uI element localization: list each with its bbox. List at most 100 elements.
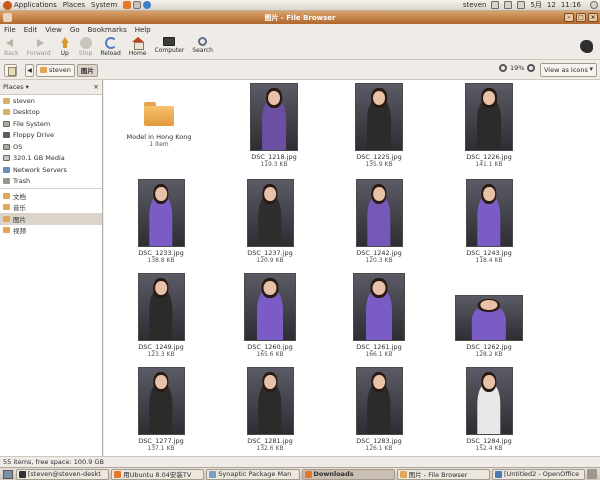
- stop-button[interactable]: Stop: [79, 35, 92, 57]
- menu-view[interactable]: View: [45, 26, 62, 34]
- close-sidebar-icon[interactable]: ×: [93, 83, 99, 91]
- sidebar-item-music[interactable]: 音乐: [0, 202, 102, 214]
- reload-button[interactable]: Reload: [100, 35, 121, 57]
- task-terminal[interactable]: [steven@steven-deskt: [15, 468, 110, 480]
- breadcrumb-pictures[interactable]: 图片: [76, 63, 98, 77]
- zoom-level[interactable]: 19%: [510, 64, 524, 72]
- minimize-button[interactable]: –: [564, 13, 574, 22]
- file-size: 120.3 KB: [365, 257, 393, 264]
- input-method-tray-icon[interactable]: [504, 1, 513, 9]
- sidebar-item-filesystem[interactable]: File System: [0, 118, 102, 130]
- task-openoffice[interactable]: [Untitled2 - OpenOffice: [491, 468, 586, 480]
- up-arrow-icon: [59, 37, 71, 49]
- task-synaptic[interactable]: Synaptic Package Man: [206, 468, 300, 480]
- sidebar-item-floppy[interactable]: Floppy Drive: [0, 130, 102, 142]
- help-launcher-icon[interactable]: [143, 1, 152, 9]
- file-item[interactable]: DSC_1281.jpg 132.6 KB: [220, 364, 320, 452]
- show-desktop-icon[interactable]: [3, 469, 13, 479]
- file-size: 135.9 KB: [365, 161, 393, 168]
- volume-tray-icon[interactable]: [517, 1, 526, 9]
- crumb-left-arrow-icon[interactable]: ◀: [25, 63, 34, 77]
- file-item[interactable]: DSC_1242.jpg 120.3 KB: [329, 176, 429, 264]
- file-item[interactable]: DSC_1260.jpg 165.6 KB: [220, 270, 320, 358]
- places-menu[interactable]: Places: [63, 1, 85, 9]
- computer-button[interactable]: Computer: [155, 35, 184, 54]
- photo-figure-head: [373, 186, 385, 202]
- photo-thumbnail: [246, 179, 294, 247]
- breadcrumb-steven[interactable]: steven: [36, 63, 75, 77]
- window-menu-icon[interactable]: [3, 13, 12, 22]
- file-item[interactable]: DSC_1225.jpg 135.9 KB: [329, 80, 429, 168]
- search-icon: [198, 37, 208, 46]
- forward-button[interactable]: Forward: [27, 35, 51, 57]
- file-item[interactable]: DSC_1237.jpg 120.9 KB: [220, 176, 320, 264]
- task-file-browser[interactable]: 图片 - File Browser: [396, 468, 490, 480]
- zoom-in-icon[interactable]: [527, 64, 536, 72]
- menu-edit[interactable]: Edit: [24, 26, 38, 34]
- photo-thumbnail: [355, 179, 403, 247]
- drive-icon: [3, 143, 10, 150]
- home-button[interactable]: Home: [129, 35, 147, 57]
- system-menu[interactable]: System: [91, 1, 117, 9]
- window-titlebar[interactable]: 图片 - File Browser – □ ×: [0, 11, 600, 24]
- back-button[interactable]: Back: [4, 35, 19, 57]
- file-item[interactable]: DSC_1284.jpg 152.4 KB: [439, 364, 539, 452]
- photo-thumbnail: [465, 179, 513, 247]
- file-item[interactable]: DSC_1226.jpg 141.1 KB: [439, 80, 539, 168]
- home-icon: [131, 37, 144, 50]
- trash-applet-icon[interactable]: [587, 469, 597, 479]
- ubuntu-logo-icon[interactable]: [3, 0, 12, 10]
- sidebar-item-trash[interactable]: Trash: [0, 176, 102, 188]
- search-button[interactable]: Search: [192, 35, 213, 54]
- mail-launcher-icon[interactable]: [133, 1, 142, 9]
- maximize-button[interactable]: □: [576, 13, 586, 22]
- photo-figure-head: [483, 90, 495, 106]
- sidebar-item-documents[interactable]: 文档: [0, 190, 102, 202]
- file-item[interactable]: DSC_1243.jpg 118.4 KB: [439, 176, 539, 264]
- sidebar-item-desktop[interactable]: Desktop: [0, 107, 102, 119]
- menu-bookmarks[interactable]: Bookmarks: [88, 26, 127, 34]
- up-button[interactable]: Up: [59, 35, 71, 57]
- sidebar-item-os[interactable]: OS: [0, 141, 102, 153]
- file-item[interactable]: DSC_1283.jpg 126.1 KB: [329, 364, 429, 452]
- file-size: 132.6 KB: [256, 445, 284, 452]
- location-toggle-button[interactable]: [4, 63, 17, 77]
- clock-time[interactable]: 11:16: [561, 1, 581, 9]
- file-icon-view[interactable]: Model in Hong Kong 1 item DSC_1218.jpg 1…: [104, 80, 600, 456]
- photo-figure-head: [480, 300, 498, 311]
- menu-help[interactable]: Help: [135, 26, 151, 34]
- network-tray-icon[interactable]: [491, 1, 500, 9]
- sidebar-item-media[interactable]: 320.1 GB Media: [0, 153, 102, 165]
- applications-menu[interactable]: Applications: [14, 1, 57, 9]
- sidebar-item-steven[interactable]: steven: [0, 95, 102, 107]
- power-icon[interactable]: [590, 1, 598, 9]
- photo-figure-head: [155, 280, 167, 296]
- photo-thumbnail: [137, 273, 185, 341]
- file-item[interactable]: DSC_1218.jpg 119.3 KB: [224, 80, 324, 168]
- menu-file[interactable]: File: [4, 26, 16, 34]
- sidebar-item-network[interactable]: Network Servers: [0, 164, 102, 176]
- status-text: 55 items, free space: 100.9 GB: [3, 458, 104, 466]
- photo-thumbnail: [353, 273, 405, 341]
- task-downloads[interactable]: Downloads: [301, 468, 395, 480]
- menu-go[interactable]: Go: [70, 26, 80, 34]
- clock-date[interactable]: 5月: [530, 0, 541, 10]
- clock-day[interactable]: 12: [547, 1, 556, 9]
- file-item[interactable]: DSC_1262.jpg 128.2 KB: [439, 270, 539, 358]
- close-button[interactable]: ×: [588, 13, 598, 22]
- view-mode-select[interactable]: View as Icons: [540, 63, 597, 77]
- task-browser[interactable]: 用Ubuntu 8.04安装TV: [111, 468, 205, 480]
- sidebar-item-videos[interactable]: 视频: [0, 225, 102, 237]
- firefox-launcher-icon[interactable]: [123, 1, 132, 9]
- folder-item[interactable]: Model in Hong Kong 1 item: [109, 80, 209, 148]
- sidebar-header[interactable]: Places ▾ ×: [0, 80, 102, 95]
- file-item[interactable]: DSC_1233.jpg 138.8 KB: [111, 176, 211, 264]
- file-item[interactable]: DSC_1249.jpg 123.3 KB: [111, 270, 211, 358]
- file-item[interactable]: DSC_1277.jpg 137.1 KB: [111, 364, 211, 452]
- file-item[interactable]: DSC_1261.jpg 166.1 KB: [329, 270, 429, 358]
- sidebar-item-pictures[interactable]: 图片: [0, 213, 102, 225]
- user-switcher[interactable]: steven: [463, 1, 487, 9]
- window-title: 图片 - File Browser: [264, 13, 336, 22]
- menubar: File Edit View Go Bookmarks Help: [0, 24, 600, 35]
- zoom-out-icon[interactable]: [499, 64, 507, 72]
